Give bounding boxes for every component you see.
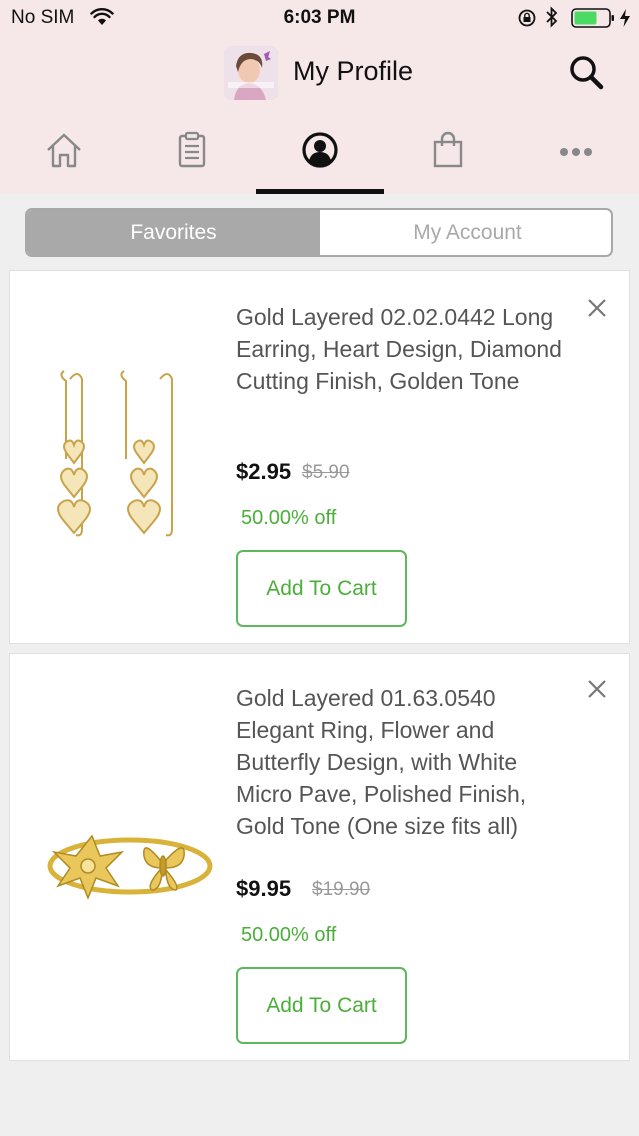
favorite-item-card: Gold Layered 01.63.0540 Elegant Ring, Fl… [9, 653, 630, 1061]
shopping-bag-icon [433, 131, 463, 168]
discount-label: 50.00% off [241, 507, 337, 529]
charging-icon [620, 9, 630, 27]
product-price: $2.95 [236, 459, 292, 484]
battery-icon [571, 8, 614, 28]
nav-tabs [0, 124, 639, 194]
user-circle-icon [302, 132, 338, 168]
tab-cart[interactable] [384, 124, 512, 194]
tab-orders[interactable] [128, 124, 256, 194]
status-time: 6:03 PM [283, 7, 356, 28]
product-name[interactable]: Gold Layered 02.02.0442 Long Earring, He… [236, 301, 576, 397]
rotation-lock-icon [518, 9, 536, 27]
product-old-price: $19.90 [312, 879, 371, 900]
favorite-item-card: Gold Layered 02.02.0442 Long Earring, He… [9, 270, 630, 644]
ring-product-image [47, 834, 213, 901]
tab-more[interactable] [512, 124, 639, 194]
close-icon[interactable] [586, 297, 608, 319]
segment-favorites[interactable]: Favorites [27, 210, 320, 255]
close-icon[interactable] [586, 678, 608, 700]
product-old-price: $5.90 [302, 462, 350, 483]
active-tab-indicator [256, 189, 384, 194]
more-icon [560, 148, 592, 156]
tab-profile[interactable] [256, 124, 384, 194]
status-bar: No SIM 6:03 PM [0, 0, 639, 36]
app-header: No SIM 6:03 PM My Profile [0, 0, 639, 194]
add-to-cart-button[interactable]: Add To Cart [236, 550, 407, 627]
clipboard-icon [178, 131, 206, 168]
profile-segment-control: Favorites My Account [25, 208, 613, 257]
brand-logo [224, 46, 278, 100]
page-title: My Profile [293, 56, 414, 86]
tab-home[interactable] [0, 124, 128, 194]
home-icon [47, 133, 81, 168]
add-to-cart-button[interactable]: Add To Cart [236, 967, 407, 1044]
bluetooth-icon [546, 6, 558, 28]
search-icon[interactable] [568, 54, 604, 90]
title-bar: My Profile [0, 40, 639, 110]
product-name[interactable]: Gold Layered 01.63.0540 Elegant Ring, Fl… [236, 682, 576, 842]
earring-product-image [57, 370, 173, 537]
product-price: $9.95 [236, 876, 292, 901]
segment-my-account[interactable]: My Account [321, 210, 611, 255]
discount-label: 50.00% off [241, 924, 337, 946]
